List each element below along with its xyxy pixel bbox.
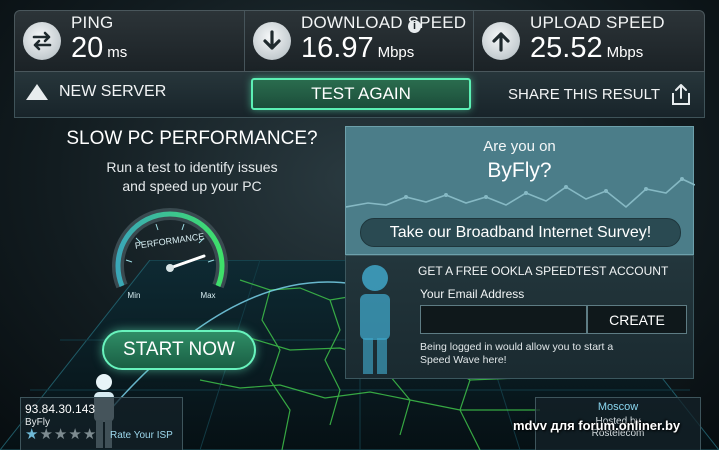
account-title: GET A FREE OOKLA SPEEDTEST ACCOUNT xyxy=(418,264,669,278)
broadband-survey-button[interactable]: Take our Broadband Internet Survey! xyxy=(360,218,681,247)
gauge-max-label: Max xyxy=(200,291,215,300)
ping-label: PING xyxy=(71,12,114,32)
forum-watermark: mdvv для forum.onliner.by xyxy=(513,418,681,433)
download-unit: Mbps xyxy=(377,43,415,61)
gauge-label: PERFORMANCE xyxy=(134,231,205,251)
star-icon[interactable]: ★ xyxy=(25,427,38,443)
promo-subtitle-line2: and speed up your PC xyxy=(122,178,262,194)
isp-info: 93.84.30.143 ByFly ★ ★ ★ ★ ★ Rate Your ISP xyxy=(20,397,183,450)
email-field[interactable] xyxy=(420,305,587,334)
upload-arrow-icon xyxy=(482,22,520,60)
rate-isp-link[interactable]: Rate Your ISP xyxy=(110,430,173,441)
share-icon xyxy=(672,84,690,105)
gauge-min-label: Min xyxy=(128,291,141,300)
triangle-up-icon xyxy=(26,84,48,100)
promo-subtitle-line1: Run a test to identify issues xyxy=(106,159,278,175)
survey-isp-name: ByFly? xyxy=(487,159,552,182)
test-again-button[interactable]: TEST AGAIN xyxy=(251,78,471,110)
star-icon[interactable]: ★ xyxy=(68,427,81,443)
star-icon[interactable]: ★ xyxy=(39,427,52,443)
ip-address: 93.84.30.143 xyxy=(25,402,96,416)
new-server-button[interactable]: NEW SERVER xyxy=(25,82,166,102)
info-icon[interactable]: i xyxy=(408,20,421,33)
download-label: DOWNLOAD SPEED xyxy=(301,12,467,32)
survey-question: Are you on xyxy=(483,138,556,155)
new-server-label: NEW SERVER xyxy=(59,83,167,100)
email-label: Your Email Address xyxy=(420,287,525,301)
isp-rating-stars[interactable]: ★ ★ ★ ★ ★ xyxy=(25,427,97,443)
server-city: Moscow xyxy=(597,401,639,413)
upload-stat: UPLOAD SPEED 25.52 Mbps xyxy=(474,11,704,71)
upload-value: 25.52 xyxy=(530,31,603,64)
ping-unit: ms xyxy=(107,43,128,61)
ping-stat: PING 20 ms xyxy=(15,11,245,71)
share-label: SHARE THIS RESULT xyxy=(508,85,660,103)
create-account-panel: GET A FREE OOKLA SPEEDTEST ACCOUNT Your … xyxy=(345,255,694,379)
star-icon[interactable]: ★ xyxy=(54,427,67,443)
person-hologram-icon xyxy=(360,265,390,374)
start-now-button[interactable]: START NOW xyxy=(102,330,256,370)
download-stat: DOWNLOAD SPEED 16.97 Mbps i xyxy=(245,11,474,71)
ping-value: 20 xyxy=(71,31,104,64)
isp-survey-panel: Are you on ByFly? Take our Broadband Int… xyxy=(345,126,695,255)
upload-label: UPLOAD SPEED xyxy=(530,12,665,32)
account-note: Being logged in would allow you to start… xyxy=(420,341,614,366)
performance-gauge: PERFORMANCE Min Max xyxy=(112,208,228,300)
slow-pc-promo: SLOW PC PERFORMANCE? Run a test to ident… xyxy=(42,118,342,388)
upload-unit: Mbps xyxy=(606,43,644,61)
promo-title: SLOW PC PERFORMANCE? xyxy=(66,128,318,149)
ping-arrows-icon xyxy=(23,22,61,60)
star-icon[interactable]: ★ xyxy=(83,427,96,443)
share-result-button[interactable]: SHARE THIS RESULT xyxy=(508,82,692,106)
download-arrow-icon xyxy=(253,22,291,60)
speedtest-app: PING 20 ms DOWNLOAD SPEED 16.97 Mbps i U… xyxy=(0,0,719,450)
download-value: 16.97 xyxy=(301,31,374,64)
results-bar: PING 20 ms DOWNLOAD SPEED 16.97 Mbps i U… xyxy=(14,10,705,72)
action-bar: NEW SERVER TEST AGAIN SHARE THIS RESULT xyxy=(14,72,705,118)
create-account-button[interactable]: CREATE xyxy=(587,305,687,334)
